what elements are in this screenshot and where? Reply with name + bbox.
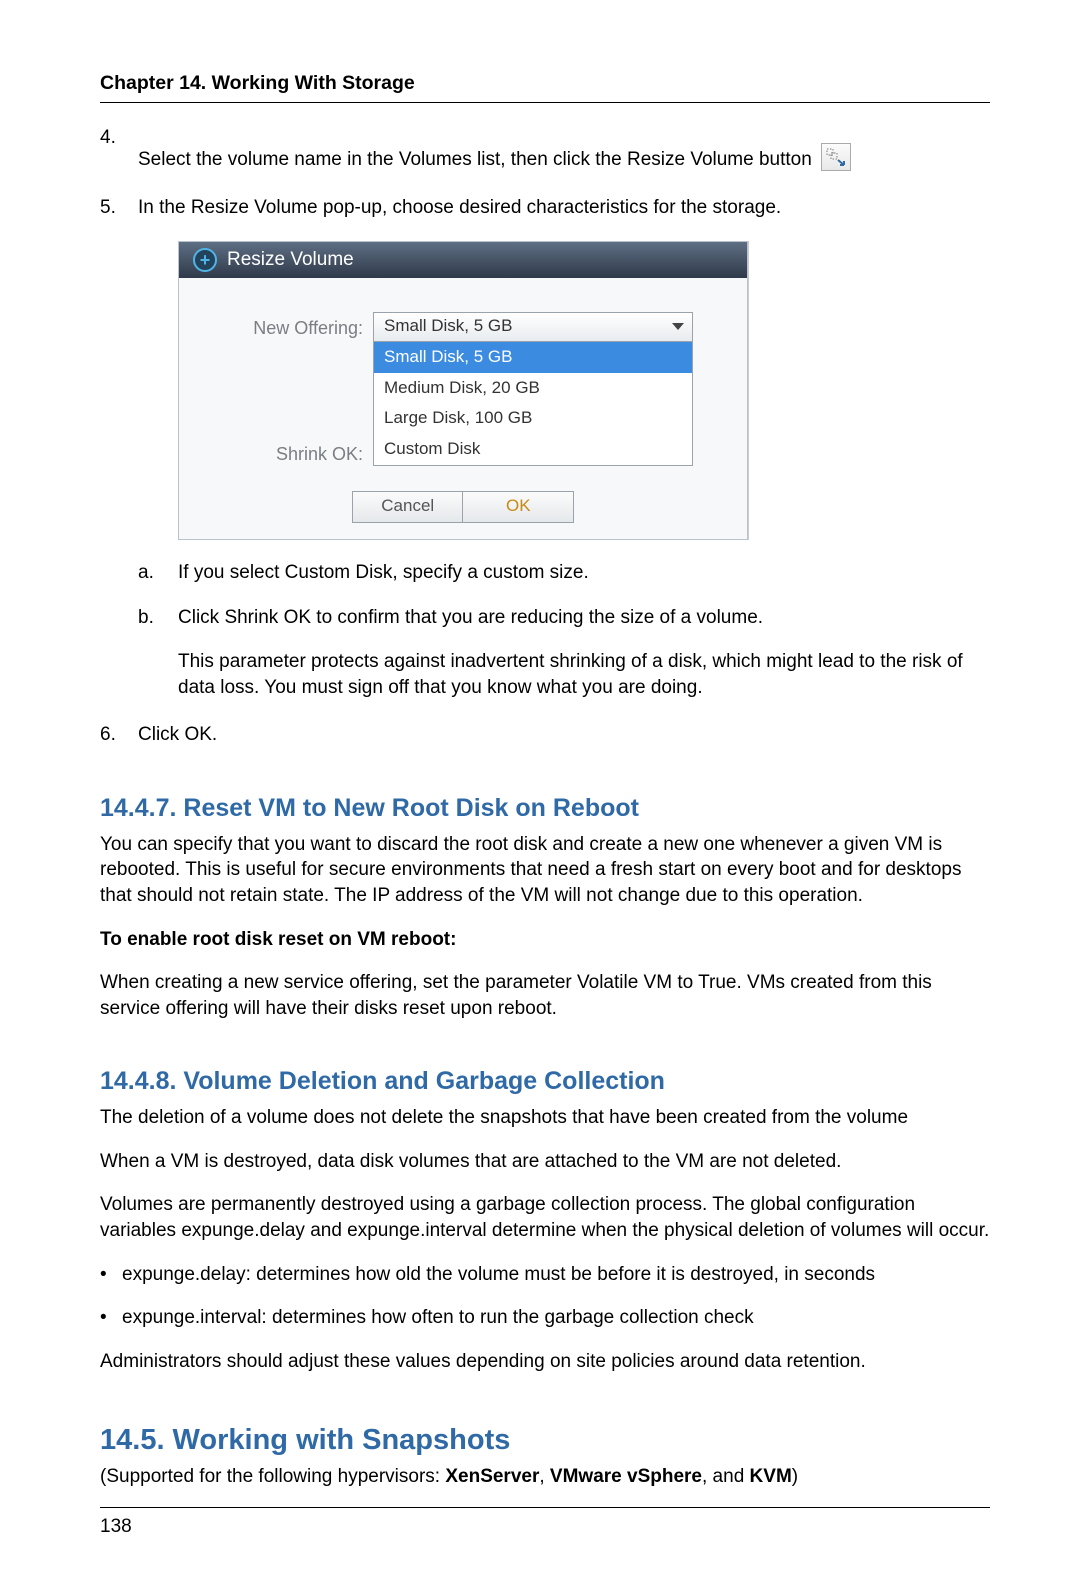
- bullet-text: expunge.interval: determines how often t…: [122, 1305, 754, 1331]
- bullet-dot: •: [100, 1305, 122, 1331]
- offering-option[interactable]: Medium Disk, 20 GB: [374, 373, 692, 404]
- text: , and: [702, 1466, 750, 1487]
- bullet-text: expunge.delay: determines how old the vo…: [122, 1262, 875, 1288]
- paragraph: Volumes are permanently destroyed using …: [100, 1192, 990, 1243]
- list-number: b.: [138, 605, 178, 700]
- ok-button[interactable]: OK: [462, 491, 574, 523]
- resize-volume-dialog: + Resize Volume New Offering: Small Disk…: [178, 241, 748, 540]
- section-heading-1448: 14.4.8. Volume Deletion and Garbage Coll…: [100, 1065, 990, 1099]
- step-4-text: Select the volume name in the Volumes li…: [138, 149, 812, 170]
- new-offering-label: New Offering:: [207, 312, 373, 340]
- paragraph: When a VM is destroyed, data disk volume…: [100, 1149, 990, 1175]
- cancel-button[interactable]: Cancel: [352, 491, 464, 523]
- chapter-header: Chapter 14. Working With Storage: [100, 70, 990, 103]
- step-5b-note: This parameter protects against inadvert…: [178, 649, 990, 700]
- step-6-text: Click OK.: [138, 724, 217, 745]
- chevron-down-icon: [672, 323, 684, 330]
- text: ,: [539, 1466, 550, 1487]
- list-number: a.: [138, 560, 178, 586]
- section-heading-145: 14.5. Working with Snapshots: [100, 1421, 990, 1460]
- dialog-title: Resize Volume: [227, 247, 354, 273]
- list-number: 6.: [100, 722, 138, 748]
- hypervisor-name: KVM: [750, 1466, 792, 1487]
- offering-option[interactable]: Small Disk, 5 GB: [374, 342, 692, 373]
- text: (Supported for the following hypervisors…: [100, 1466, 445, 1487]
- dialog-title-bar: + Resize Volume: [179, 242, 747, 278]
- step-5-text: In the Resize Volume pop-up, choose desi…: [138, 197, 781, 218]
- new-offering-select[interactable]: Small Disk, 5 GB: [373, 312, 693, 342]
- hypervisor-name: XenServer: [445, 1466, 539, 1487]
- new-offering-selected: Small Disk, 5 GB: [384, 315, 512, 338]
- paragraph: You can specify that you want to discard…: [100, 832, 990, 909]
- resize-volume-icon[interactable]: [821, 143, 851, 171]
- paragraph: (Supported for the following hypervisors…: [100, 1464, 990, 1490]
- text: ): [792, 1466, 798, 1487]
- subheading: To enable root disk reset on VM reboot:: [100, 927, 990, 953]
- offering-option[interactable]: Large Disk, 100 GB: [374, 403, 692, 434]
- paragraph: The deletion of a volume does not delete…: [100, 1105, 990, 1131]
- new-offering-dropdown: Small Disk, 5 GB Medium Disk, 20 GB Larg…: [373, 341, 693, 467]
- offering-option[interactable]: Custom Disk: [374, 434, 692, 465]
- paragraph: When creating a new service offering, se…: [100, 970, 990, 1021]
- paragraph: Administrators should adjust these value…: [100, 1349, 990, 1375]
- step-5a-text: If you select Custom Disk, specify a cus…: [178, 562, 589, 583]
- bullet-dot: •: [100, 1262, 122, 1288]
- plus-circle-icon: +: [193, 248, 217, 272]
- section-heading-1447: 14.4.7. Reset VM to New Root Disk on Reb…: [100, 792, 990, 826]
- list-number: 4.: [100, 125, 138, 173]
- hypervisor-name: VMware vSphere: [550, 1466, 702, 1487]
- list-number: 5.: [100, 195, 138, 700]
- shrink-ok-label: Shrink OK:: [207, 392, 373, 466]
- page-number: 138: [100, 1507, 990, 1540]
- step-5b-text: Click Shrink OK to confirm that you are …: [178, 605, 990, 631]
